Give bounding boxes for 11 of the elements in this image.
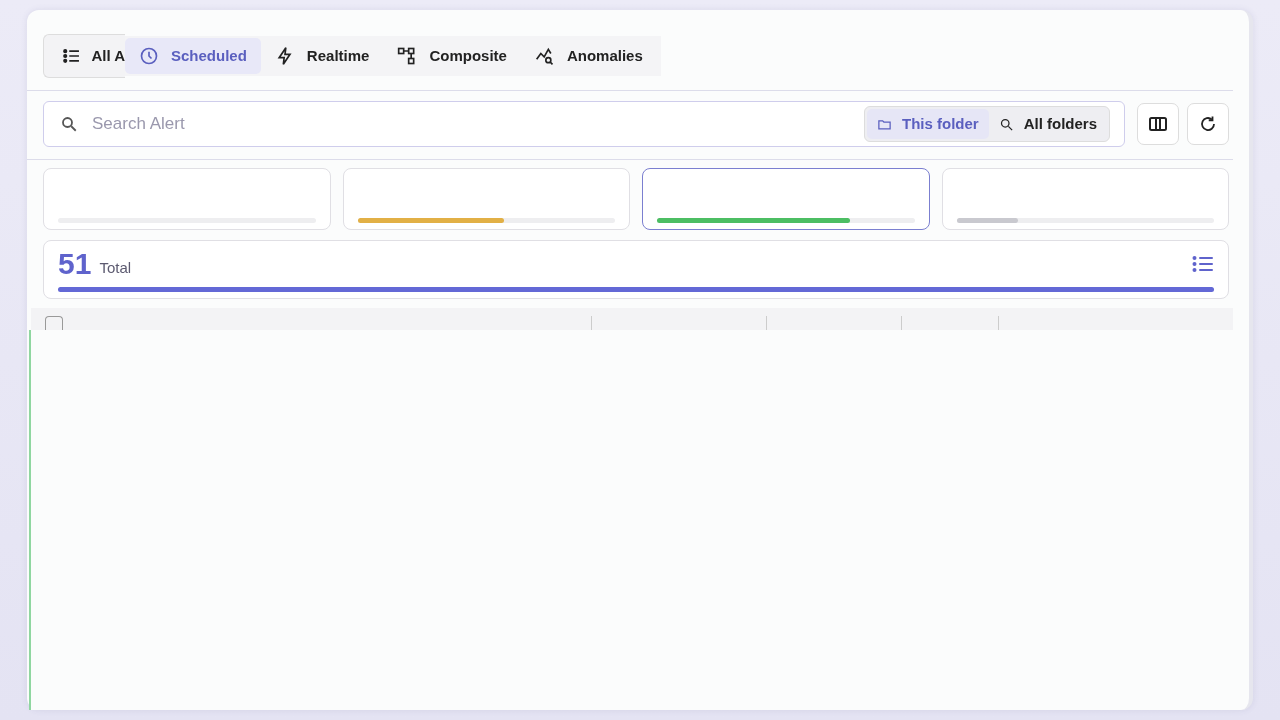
tab[interactable]: All A bbox=[43, 34, 125, 78]
tab[interactable]: Anomalies bbox=[520, 38, 657, 74]
total-card[interactable]: 51 Total bbox=[43, 240, 1229, 299]
tab[interactable]: Realtime bbox=[260, 38, 384, 74]
scope-toggle[interactable]: This folder bbox=[866, 108, 989, 140]
search-field[interactable]: Search Alert This folder All folders bbox=[43, 101, 1125, 147]
total-label: Total bbox=[99, 257, 132, 278]
scope-toggle[interactable]: All folders bbox=[988, 108, 1107, 140]
tab[interactable]: Composite bbox=[383, 38, 521, 74]
total-count: 51 bbox=[58, 249, 92, 279]
tab[interactable]: Scheduled bbox=[125, 38, 261, 74]
